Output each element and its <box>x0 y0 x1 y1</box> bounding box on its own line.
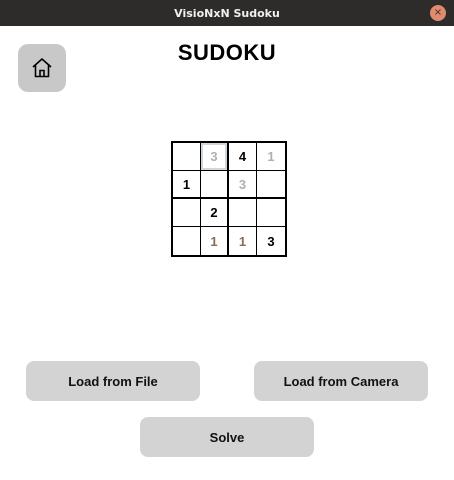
page-title: SUDOKU <box>177 40 277 65</box>
load-from-file-button[interactable]: Load from File <box>26 361 200 401</box>
sudoku-cell[interactable]: 4 <box>229 143 257 171</box>
sudoku-cell[interactable]: 1 <box>201 227 229 255</box>
sudoku-cell[interactable] <box>173 227 201 255</box>
sudoku-cell[interactable] <box>257 171 285 199</box>
sudoku-cell[interactable]: 2 <box>201 199 229 227</box>
sudoku-cell[interactable] <box>173 199 201 227</box>
sudoku-cell[interactable]: 1 <box>229 227 257 255</box>
sudoku-cell[interactable]: 3 <box>257 227 285 255</box>
sudoku-cell[interactable] <box>257 199 285 227</box>
sudoku-cell[interactable]: 1 <box>257 143 285 171</box>
window-titlebar: VisioNxN Sudoku × <box>0 0 454 26</box>
sudoku-cell[interactable] <box>229 199 257 227</box>
sudoku-cell[interactable] <box>173 143 201 171</box>
sudoku-cell[interactable]: 3 <box>201 143 229 171</box>
sudoku-cell[interactable] <box>201 171 229 199</box>
sudoku-cell[interactable]: 3 <box>229 171 257 199</box>
window-title: VisioNxN Sudoku <box>174 6 280 20</box>
solve-button[interactable]: Solve <box>140 417 314 457</box>
close-icon[interactable]: × <box>430 5 446 21</box>
sudoku-cell[interactable]: 1 <box>173 171 201 199</box>
load-from-camera-button[interactable]: Load from Camera <box>254 361 428 401</box>
sudoku-board: 341132113 <box>171 141 287 257</box>
